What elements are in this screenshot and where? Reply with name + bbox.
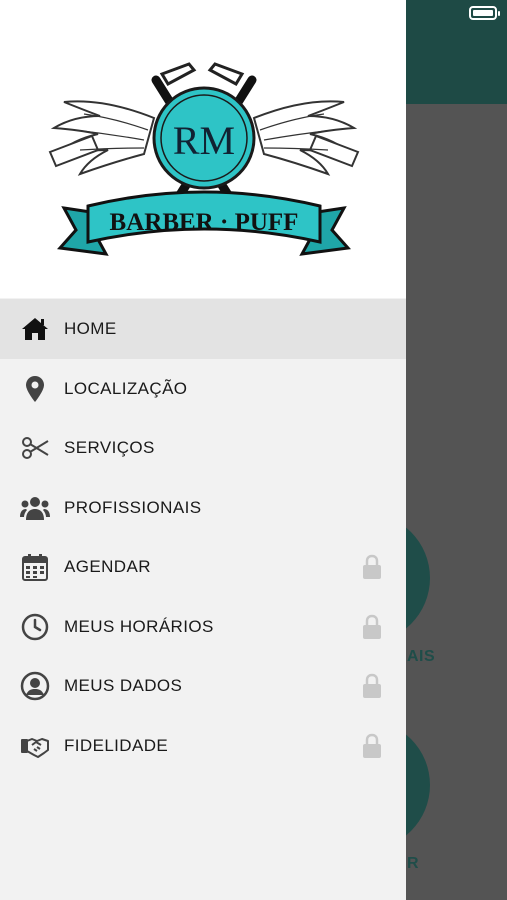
logo-banner-text: BARBER · PUFF bbox=[110, 209, 299, 236]
menu-item-label: MEUS DADOS bbox=[64, 676, 183, 696]
menu-item-label: HOME bbox=[64, 319, 117, 338]
drawer-menu: HOME LOCALIZAÇÃO SERVIÇOS PROFISSIONAIS bbox=[0, 299, 406, 776]
menu-item-meus-dados[interactable]: MEUS DADOS bbox=[0, 657, 406, 717]
lock-icon bbox=[363, 733, 381, 758]
background-button-label: R bbox=[407, 855, 420, 872]
menu-item-label: FIDELIDADE bbox=[64, 735, 169, 755]
menu-item-label: SERVIÇOS bbox=[64, 438, 155, 458]
menu-item-label: MEUS HORÁRIOS bbox=[64, 616, 214, 636]
users-icon bbox=[19, 492, 51, 524]
scissors-icon bbox=[19, 432, 51, 464]
handshake-icon bbox=[19, 730, 51, 762]
menu-item-profissionais[interactable]: PROFISSIONAIS bbox=[0, 478, 406, 538]
menu-item-servicos[interactable]: SERVIÇOS bbox=[0, 419, 406, 479]
menu-item-localizacao[interactable]: LOCALIZAÇÃO bbox=[0, 359, 406, 419]
clock-icon bbox=[19, 611, 51, 643]
navigation-drawer: RM BARBER · PUFF HOME LOCALIZAÇÃO SERVIÇ… bbox=[0, 0, 406, 900]
user-circle-icon bbox=[19, 670, 51, 702]
logo-monogram: RM bbox=[173, 118, 235, 163]
background-button-label: AIS bbox=[407, 648, 436, 665]
calendar-icon bbox=[19, 551, 51, 583]
menu-item-fidelidade[interactable]: FIDELIDADE bbox=[0, 716, 406, 776]
home-icon bbox=[19, 313, 51, 345]
lock-icon bbox=[363, 614, 381, 639]
menu-item-meus-horarios[interactable]: MEUS HORÁRIOS bbox=[0, 597, 406, 657]
menu-item-label: AGENDAR bbox=[64, 557, 151, 577]
lock-icon bbox=[363, 673, 381, 699]
barber-puff-logo: RM BARBER · PUFF bbox=[48, 62, 360, 256]
menu-item-home[interactable]: HOME bbox=[0, 299, 406, 359]
lock-icon bbox=[363, 554, 381, 580]
menu-item-label: LOCALIZAÇÃO bbox=[64, 378, 188, 398]
battery-icon bbox=[469, 6, 500, 20]
drawer-header: RM BARBER · PUFF bbox=[0, 0, 406, 298]
menu-item-label: PROFISSIONAIS bbox=[64, 497, 202, 517]
menu-item-agendar[interactable]: AGENDAR bbox=[0, 538, 406, 598]
map-pin-icon bbox=[19, 373, 51, 405]
